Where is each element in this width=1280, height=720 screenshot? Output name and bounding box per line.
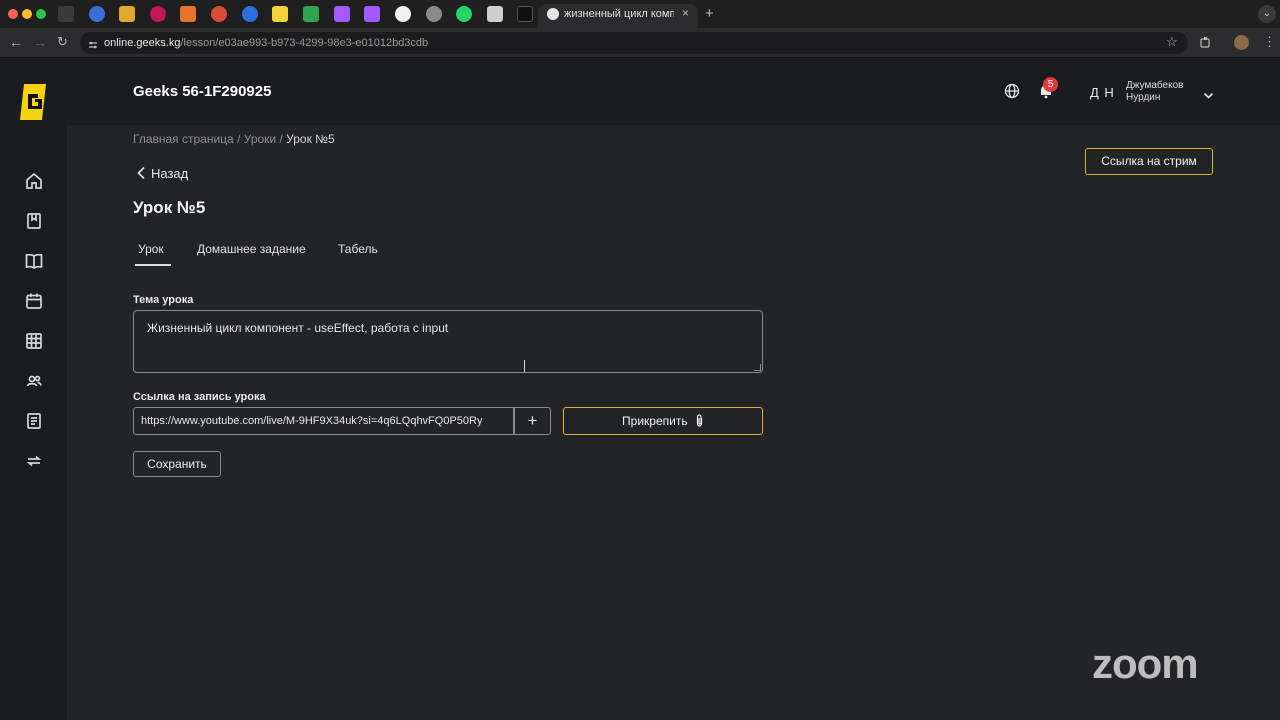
extensions-icon[interactable] xyxy=(1199,36,1212,49)
maximize-window-button[interactable] xyxy=(36,9,46,19)
user-initials-avatar[interactable]: Д Н xyxy=(1090,85,1115,100)
tab-favicon[interactable] xyxy=(517,6,533,22)
breadcrumb-lessons[interactable]: Уроки xyxy=(244,132,276,146)
record-link-label: Ссылка на запись урока xyxy=(133,391,266,403)
tab-favicon[interactable] xyxy=(487,6,503,22)
text-cursor-icon xyxy=(524,360,530,372)
geeks-logo[interactable] xyxy=(20,82,48,122)
bookmark-star-icon[interactable]: ☆ xyxy=(1166,34,1178,50)
stream-link-button[interactable]: Ссылка на стрим xyxy=(1085,148,1213,175)
home-icon[interactable] xyxy=(25,172,43,190)
topic-label: Тема урока xyxy=(133,294,194,306)
url-path: /lesson/e03ae993-b973-4299-98e3-e01012bd… xyxy=(180,37,429,49)
url-host: online.geeks.kg xyxy=(104,37,181,49)
tab-favicon[interactable] xyxy=(303,6,319,22)
calendar-icon[interactable] xyxy=(25,292,43,310)
resize-handle[interactable] xyxy=(754,364,761,371)
tab-favicon[interactable] xyxy=(272,6,288,22)
paperclip-icon xyxy=(696,414,703,427)
active-tab-indicator xyxy=(135,264,171,266)
attach-button[interactable]: Прикрепить xyxy=(563,407,763,435)
tab-favicon[interactable] xyxy=(119,6,135,22)
tab-favicon[interactable] xyxy=(89,6,105,22)
book-icon[interactable] xyxy=(25,252,43,270)
table-icon[interactable] xyxy=(25,332,43,350)
tab-search-icon[interactable]: ⌄ xyxy=(1258,5,1276,23)
github-icon[interactable] xyxy=(395,6,411,22)
tab-gradebook[interactable]: Табель xyxy=(338,242,378,256)
users-icon[interactable] xyxy=(25,372,43,390)
tab-favicon[interactable] xyxy=(426,6,442,22)
tab-lesson[interactable]: Урок xyxy=(138,242,164,256)
forward-arrow-icon[interactable]: → xyxy=(33,34,47,50)
breadcrumb-separator: / xyxy=(233,132,244,146)
tab-favicon[interactable] xyxy=(242,6,258,22)
tab-favicon[interactable] xyxy=(364,6,380,22)
page-title: Урок №5 xyxy=(133,198,206,217)
browser-menu-icon[interactable]: ⋮ xyxy=(1263,34,1276,50)
user-last-name[interactable]: Джумабеков xyxy=(1126,80,1183,91)
tab-favicon[interactable] xyxy=(180,6,196,22)
breadcrumb-separator: / xyxy=(276,132,287,146)
new-tab-button[interactable]: + xyxy=(705,5,714,22)
breadcrumb-current: Урок №5 xyxy=(286,132,335,146)
add-link-button[interactable]: + xyxy=(514,407,551,435)
tab-homework[interactable]: Домашнее задание xyxy=(197,242,306,256)
record-link-input[interactable]: https://www.youtube.com/live/M-9HF9X34uk… xyxy=(133,407,514,435)
attach-button-label: Прикрепить xyxy=(622,414,688,428)
google-icon xyxy=(547,8,559,20)
reload-icon[interactable]: ↻ xyxy=(57,34,68,50)
tab-close-icon[interactable]: × xyxy=(682,6,689,20)
save-button[interactable]: Сохранить xyxy=(133,451,221,477)
zoom-watermark: zoom xyxy=(1092,640,1199,687)
globe-icon[interactable] xyxy=(1004,83,1020,99)
tab-favicon[interactable] xyxy=(58,6,74,22)
tab-favicon[interactable] xyxy=(334,6,350,22)
topic-textarea[interactable]: Жизненный цикл компонент - useEffect, ра… xyxy=(133,310,763,373)
active-tab-title[interactable]: жизненный цикл компонент xyxy=(564,8,674,20)
user-first-name[interactable]: Нурдин xyxy=(1126,92,1160,103)
bookmark-icon[interactable] xyxy=(25,212,43,230)
whatsapp-icon[interactable] xyxy=(456,6,472,22)
notification-badge: 5 xyxy=(1043,77,1058,92)
minimize-window-button[interactable] xyxy=(22,9,32,19)
back-arrow-icon[interactable]: ← xyxy=(9,34,23,50)
profile-avatar[interactable] xyxy=(1234,35,1249,50)
url-text[interactable]: online.geeks.kg/lesson/e03ae993-b973-429… xyxy=(104,37,428,49)
chevron-down-icon[interactable] xyxy=(1203,87,1214,99)
tab-favicon[interactable] xyxy=(211,6,227,22)
breadcrumb: Главная страница / Уроки / Урок №5 xyxy=(133,132,335,146)
close-window-button[interactable] xyxy=(8,9,18,19)
document-icon[interactable] xyxy=(25,412,43,430)
back-link[interactable]: Назад xyxy=(151,166,188,181)
breadcrumb-home[interactable]: Главная страница xyxy=(133,132,234,146)
chevron-left-icon[interactable] xyxy=(136,166,146,180)
group-title: Geeks 56-1F290925 xyxy=(133,83,272,100)
swap-arrows-icon[interactable] xyxy=(25,452,43,470)
tab-favicon[interactable] xyxy=(150,6,166,22)
site-info-icon[interactable] xyxy=(88,37,98,49)
